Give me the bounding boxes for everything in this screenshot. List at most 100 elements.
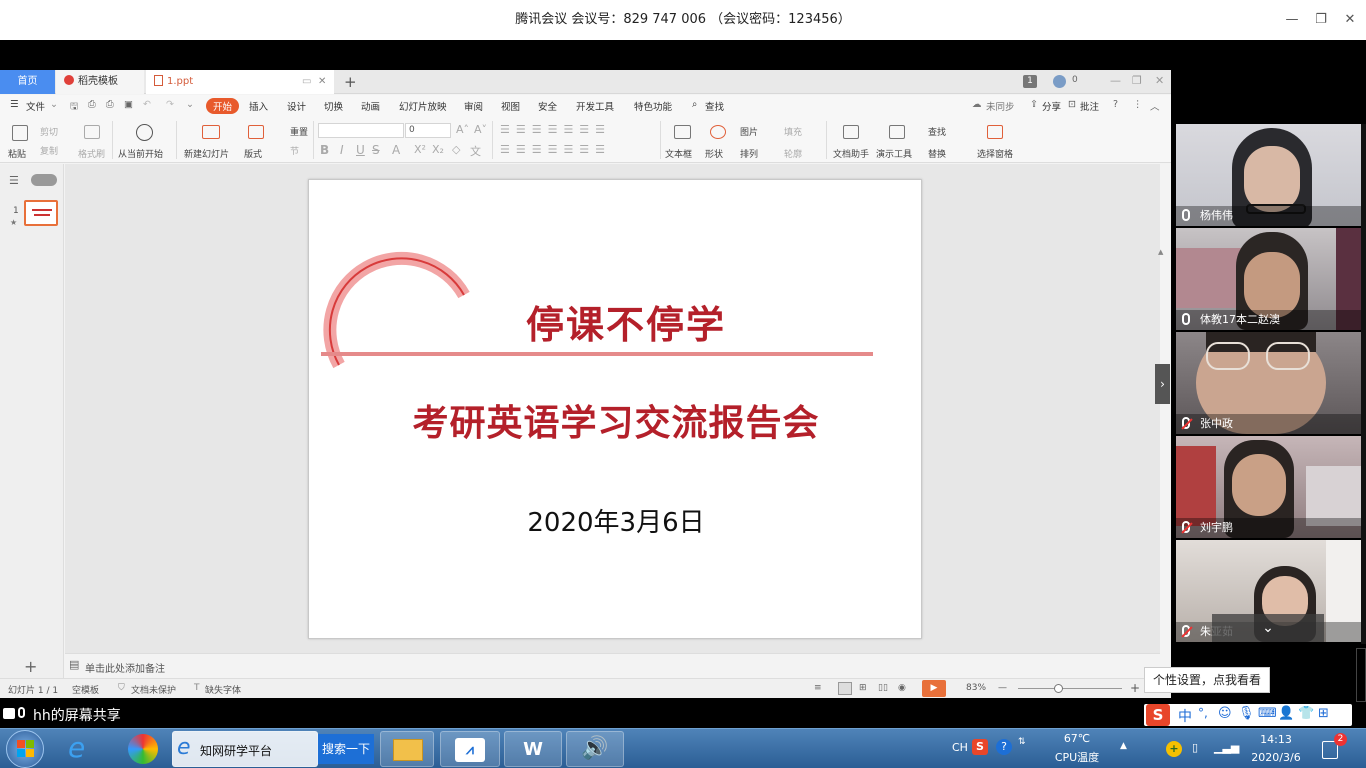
help-tray-icon[interactable]: ? (996, 739, 1012, 755)
sync-status[interactable]: 未同步 (986, 99, 1015, 113)
menu-search[interactable]: 查找 (705, 99, 724, 113)
menu-transition[interactable]: 切换 (324, 99, 343, 113)
tray-arrow-icon[interactable]: ⇅ (1018, 737, 1026, 747)
align-tools-icon[interactable]: ☰☰☰☰☰☰☰ (500, 143, 611, 156)
notes-toggle-icon[interactable]: ≡ (814, 683, 822, 693)
slide[interactable]: 停课不停学 考研英语学习交流报告会 2020年3月6日 (308, 179, 922, 639)
wps-close-icon[interactable]: ✕ (1155, 74, 1164, 87)
collapse-ribbon-icon[interactable]: ︿ (1150, 99, 1160, 113)
print-icon[interactable]: ⎙ (106, 99, 114, 110)
user-icon[interactable]: 👤 (1278, 706, 1294, 721)
participant-video[interactable]: 朱亚茹 ⌄ (1176, 540, 1361, 642)
paragraph-tools-icon[interactable]: ☰☰☰☰☰☰☰ (500, 123, 611, 136)
customize-icon[interactable]: ⌄ (186, 99, 194, 110)
taskbar-explorer[interactable] (380, 731, 434, 767)
participant-video[interactable]: 杨伟伟 (1176, 124, 1361, 226)
zoom-in-button[interactable]: + (1130, 681, 1140, 695)
superscript-icon[interactable]: X² (414, 143, 426, 156)
menu-features[interactable]: 特色功能 (634, 99, 672, 113)
present-tools-button[interactable]: 演示工具 (876, 147, 912, 160)
cut-button[interactable]: 剪切 (40, 125, 58, 138)
menu-security[interactable]: 安全 (538, 99, 557, 113)
tab-pin-icon[interactable]: ▭ (302, 70, 311, 94)
voice-icon[interactable]: 🎙 (1238, 706, 1255, 721)
help-icon[interactable]: ? (1113, 99, 1118, 110)
clock-time[interactable]: 14:13 (1252, 733, 1300, 746)
toolbox-icon[interactable]: ⊞ (1318, 706, 1329, 721)
window-count-badge[interactable]: 1 (1023, 75, 1037, 88)
tab-file[interactable]: 1.ppt ▭ ✕ (146, 70, 334, 94)
undo-icon[interactable]: ↶ (143, 99, 151, 110)
annotation-view-icon[interactable]: ◉ (898, 683, 906, 693)
doc-helper-icon[interactable] (843, 125, 859, 139)
taskbar-audio[interactable]: 🔊 (566, 731, 624, 767)
expand-list-button[interactable]: ⌄ (1212, 614, 1324, 642)
char-spacing-icon[interactable]: 文 (470, 143, 481, 159)
normal-view-icon[interactable] (838, 682, 852, 695)
from-current-button[interactable]: 从当前开始 (118, 147, 163, 160)
resize-handle[interactable] (1356, 648, 1366, 702)
paste-button[interactable]: 粘贴 (8, 147, 26, 160)
security-tray-icon[interactable]: + (1166, 741, 1182, 757)
add-slide-button[interactable]: + (24, 657, 37, 676)
new-slide-button[interactable]: 新建幻灯片 (184, 147, 229, 160)
tab-template[interactable]: 稻壳模板 (56, 70, 144, 94)
search-button[interactable]: 搜索一下 (318, 734, 374, 764)
find-button[interactable]: 查找 (928, 125, 946, 138)
font-name-input[interactable] (318, 123, 404, 138)
export-icon[interactable]: ⎙ (88, 99, 96, 110)
new-slide-icon[interactable] (202, 125, 220, 139)
menu-insert[interactable]: 插入 (249, 99, 268, 113)
sogou-icon[interactable]: S (1146, 704, 1170, 726)
font-size-input[interactable]: 0 (405, 123, 451, 138)
menu-review[interactable]: 审阅 (464, 99, 483, 113)
thumbnail-view-icon[interactable] (31, 174, 57, 186)
device-tray-icon[interactable]: ▯ (1192, 741, 1198, 754)
play-icon[interactable] (136, 124, 153, 141)
share-button[interactable]: 分享 (1042, 99, 1061, 113)
layout-icon[interactable] (248, 125, 264, 139)
outline-view-icon[interactable]: ☰ (9, 174, 19, 187)
shrink-font-icon[interactable]: A˅ (474, 123, 487, 136)
scroll-up-icon[interactable]: ▲ (1158, 248, 1163, 256)
slide-thumbnail[interactable] (24, 200, 58, 226)
hamburger-icon[interactable]: ☰ (10, 99, 19, 110)
outline-button[interactable]: 轮廓 (784, 147, 802, 160)
preview-icon[interactable]: ▣ (124, 99, 133, 110)
skin-icon[interactable]: 👕 (1298, 706, 1314, 721)
reset-button[interactable]: 重置 (290, 125, 308, 138)
notes-placeholder[interactable]: 单击此处添加备注 (85, 660, 165, 675)
keyboard-icon[interactable]: ⌨ (1258, 706, 1277, 721)
panel-scrollbar[interactable] (1361, 124, 1366, 644)
copy-button[interactable]: 复制 (40, 144, 58, 157)
select-pane-button[interactable]: 选择窗格 (977, 147, 1013, 160)
play-slideshow-button[interactable]: ▶ (922, 680, 946, 697)
select-pane-icon[interactable] (987, 125, 1003, 139)
section-button[interactable]: 节 (290, 144, 299, 157)
emoji-icon[interactable]: ☺ (1218, 706, 1232, 721)
start-button[interactable] (6, 730, 44, 768)
participant-video[interactable]: 体教17本二赵澳 (1176, 228, 1361, 330)
close-button[interactable]: ✕ (1336, 0, 1364, 40)
clock-date[interactable]: 2020/3/6 (1246, 751, 1306, 764)
taskbar-wps[interactable]: W (504, 731, 562, 767)
tab-home[interactable]: 首页 (0, 70, 55, 94)
network-icon[interactable]: ▁▃▅ (1214, 741, 1239, 754)
ie-icon[interactable]: e (68, 731, 85, 764)
paste-icon[interactable] (12, 125, 28, 141)
redo-icon[interactable]: ↷ (166, 99, 174, 110)
ime-mode[interactable]: 中 (1178, 706, 1192, 726)
sogou-tray-icon[interactable]: S (972, 739, 988, 755)
menu-view[interactable]: 视图 (501, 99, 520, 113)
italic-icon[interactable]: I (340, 143, 344, 157)
participant-video[interactable]: 张中政 (1176, 332, 1361, 434)
zoom-level[interactable]: 83% (966, 683, 986, 693)
menu-animation[interactable]: 动画 (361, 99, 380, 113)
wps-minimize-icon[interactable]: — (1110, 74, 1121, 87)
taskbar-ie-window[interactable]: e 知网研学平台 (172, 731, 318, 767)
layout-button[interactable]: 版式 (244, 147, 262, 160)
menu-design[interactable]: 设计 (287, 99, 306, 113)
eraser-icon[interactable]: ◇ (452, 143, 460, 156)
format-painter-icon[interactable] (84, 125, 100, 139)
tab-close-icon[interactable]: ✕ (318, 70, 326, 94)
